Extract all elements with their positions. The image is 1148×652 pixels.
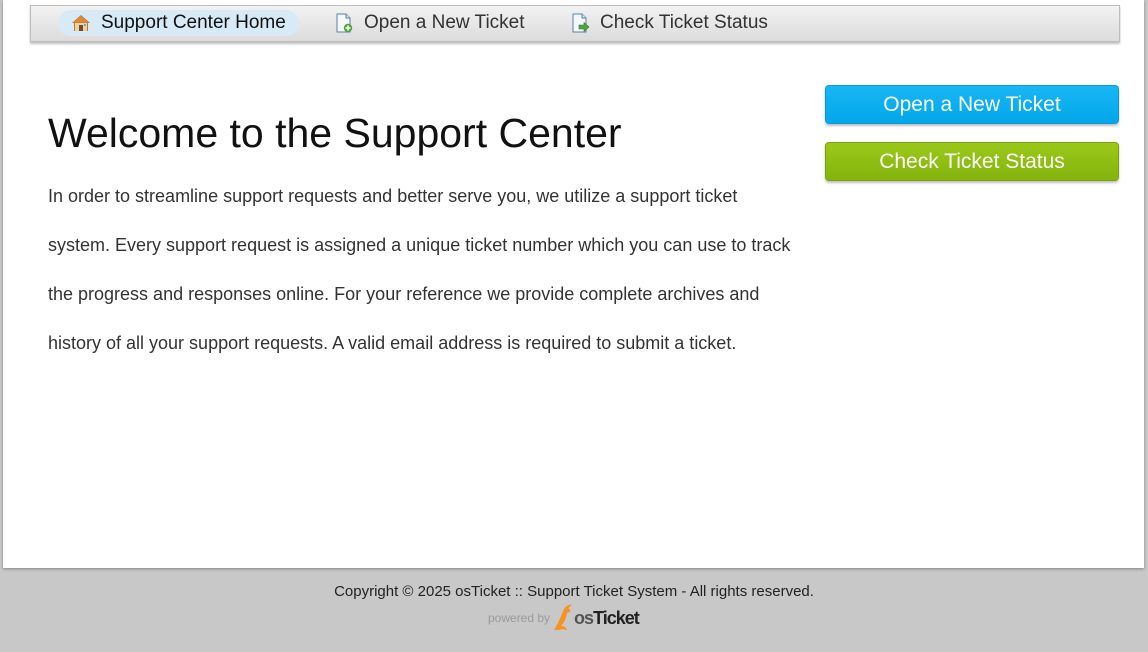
nav-item-check-status[interactable]: Check Ticket Status bbox=[570, 10, 768, 36]
page-container: Support Center Home Open a New Ticket Ch… bbox=[3, 0, 1144, 568]
powered-by-text: powered by bbox=[488, 611, 551, 625]
logo-text-ticket: Ticket bbox=[593, 608, 640, 628]
nav-item-label: Open a New Ticket bbox=[364, 12, 525, 33]
page-title: Welcome to the Support Center bbox=[48, 110, 622, 156]
nav-item-open-ticket[interactable]: Open a New Ticket bbox=[334, 10, 525, 36]
intro-text: In order to streamline support requests … bbox=[48, 186, 791, 353]
home-icon bbox=[71, 13, 91, 33]
nav-item-label: Check Ticket Status bbox=[600, 12, 768, 33]
nav-bar: Support Center Home Open a New Ticket Ch… bbox=[30, 5, 1120, 42]
open-ticket-button[interactable]: Open a New Ticket bbox=[825, 85, 1119, 124]
nav-item-label: Support Center Home bbox=[101, 12, 286, 33]
check-status-button[interactable]: Check Ticket Status bbox=[825, 142, 1119, 181]
logo-text-os: os bbox=[574, 608, 594, 628]
new-ticket-icon bbox=[334, 13, 354, 33]
nav-item-home[interactable]: Support Center Home bbox=[58, 10, 299, 36]
osticket-logo[interactable]: os Ticket bbox=[552, 602, 640, 632]
ticket-status-icon bbox=[570, 13, 590, 33]
kangaroo-logo-icon bbox=[554, 604, 573, 630]
footer-copyright: Copyright © 2025 osTicket :: Support Tic… bbox=[334, 583, 814, 600]
powered-by-section: powered by os Ticket bbox=[488, 600, 640, 632]
